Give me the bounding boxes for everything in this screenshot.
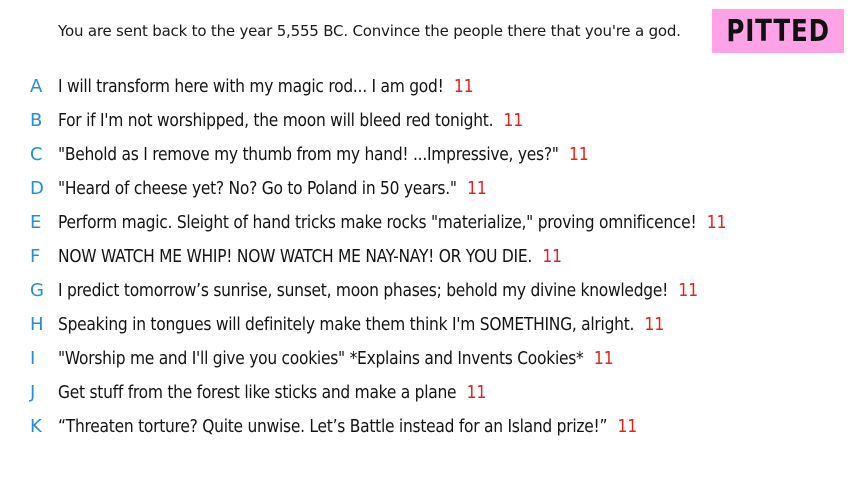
answer-row-f: F NOW WATCH ME WHIP! NOW WATCH ME NAY-NA… xyxy=(0,242,853,270)
answer-letter: B xyxy=(30,109,43,131)
answer-line: Get stuff from the forest like sticks an… xyxy=(58,382,486,403)
answer-letter: D xyxy=(30,177,44,199)
answer-score: 11 xyxy=(644,313,665,335)
answer-text: "Behold as I remove my thumb from my han… xyxy=(58,143,559,165)
answer-score: 11 xyxy=(466,381,487,403)
answer-text: For if I'm not worshipped, the moon will… xyxy=(58,109,494,131)
answer-score: 11 xyxy=(706,211,727,233)
answer-letter: H xyxy=(30,313,44,335)
answer-row-b: B For if I'm not worshipped, the moon wi… xyxy=(0,106,853,134)
answer-score: 11 xyxy=(678,279,699,301)
answer-score: 11 xyxy=(467,177,487,199)
answer-text: "Worship me and I'll give you cookies" *… xyxy=(58,347,584,369)
answer-score: 11 xyxy=(503,109,524,131)
answer-letter: K xyxy=(30,415,42,437)
answer-score: 11 xyxy=(593,347,614,369)
answer-text: I will transform here with my magic rod.… xyxy=(58,75,444,97)
answer-text: I predict tomorrow’s sunrise, sunset, mo… xyxy=(58,279,669,301)
answer-letter: C xyxy=(30,143,43,165)
pitted-badge-label: PITTED xyxy=(726,13,830,49)
answer-letter: I xyxy=(30,347,36,369)
answer-letter: J xyxy=(30,381,36,403)
answer-line: Perform magic. Sleight of hand tricks ma… xyxy=(58,212,726,233)
answer-score: 11 xyxy=(617,415,638,437)
answer-line: "Worship me and I'll give you cookies" *… xyxy=(58,348,614,369)
answer-line: I will transform here with my magic rod.… xyxy=(58,76,474,97)
answer-row-d: D "Heard of cheese yet? No? Go to Poland… xyxy=(0,174,853,202)
answer-score: 11 xyxy=(542,245,563,267)
answer-row-h: H Speaking in tongues will definitely ma… xyxy=(0,310,853,338)
answer-letter: E xyxy=(30,211,42,233)
pitted-badge: PITTED xyxy=(712,9,844,53)
answer-score: 11 xyxy=(453,75,474,97)
answer-line: For if I'm not worshipped, the moon will… xyxy=(58,110,523,131)
answer-row-j: J Get stuff from the forest like sticks … xyxy=(0,378,853,406)
answer-line: Speaking in tongues will definitely make… xyxy=(58,314,664,335)
answer-row-k: K “Threaten torture? Quite unwise. Let’s… xyxy=(0,412,853,440)
answer-score: 11 xyxy=(569,143,589,165)
prompt-text: You are sent back to the year 5,555 BC. … xyxy=(58,22,681,40)
answer-line: NOW WATCH ME WHIP! NOW WATCH ME NAY-NAY!… xyxy=(58,246,562,267)
answer-letter: F xyxy=(30,245,41,267)
answer-row-c: C "Behold as I remove my thumb from my h… xyxy=(0,140,853,168)
answer-letter: A xyxy=(30,75,43,97)
answer-text: Get stuff from the forest like sticks an… xyxy=(58,381,457,403)
answer-letter: G xyxy=(30,279,44,301)
answer-text: NOW WATCH ME WHIP! NOW WATCH ME NAY-NAY!… xyxy=(58,245,533,267)
answer-line: I predict tomorrow’s sunrise, sunset, mo… xyxy=(58,280,698,301)
answer-row-g: G I predict tomorrow’s sunrise, sunset, … xyxy=(0,276,853,304)
answer-row-a: A I will transform here with my magic ro… xyxy=(0,72,853,100)
answer-line: "Heard of cheese yet? No? Go to Poland i… xyxy=(58,178,487,199)
answer-text: Speaking in tongues will definitely make… xyxy=(58,313,635,335)
answer-text: Perform magic. Sleight of hand tricks ma… xyxy=(58,211,697,233)
answer-text: “Threaten torture? Quite unwise. Let’s B… xyxy=(58,415,608,437)
answer-row-i: I "Worship me and I'll give you cookies"… xyxy=(0,344,853,372)
answer-line: "Behold as I remove my thumb from my han… xyxy=(58,144,589,165)
answer-line: “Threaten torture? Quite unwise. Let’s B… xyxy=(58,416,637,437)
answer-text: "Heard of cheese yet? No? Go to Poland i… xyxy=(58,177,457,199)
answer-row-e: E Perform magic. Sleight of hand tricks … xyxy=(0,208,853,236)
